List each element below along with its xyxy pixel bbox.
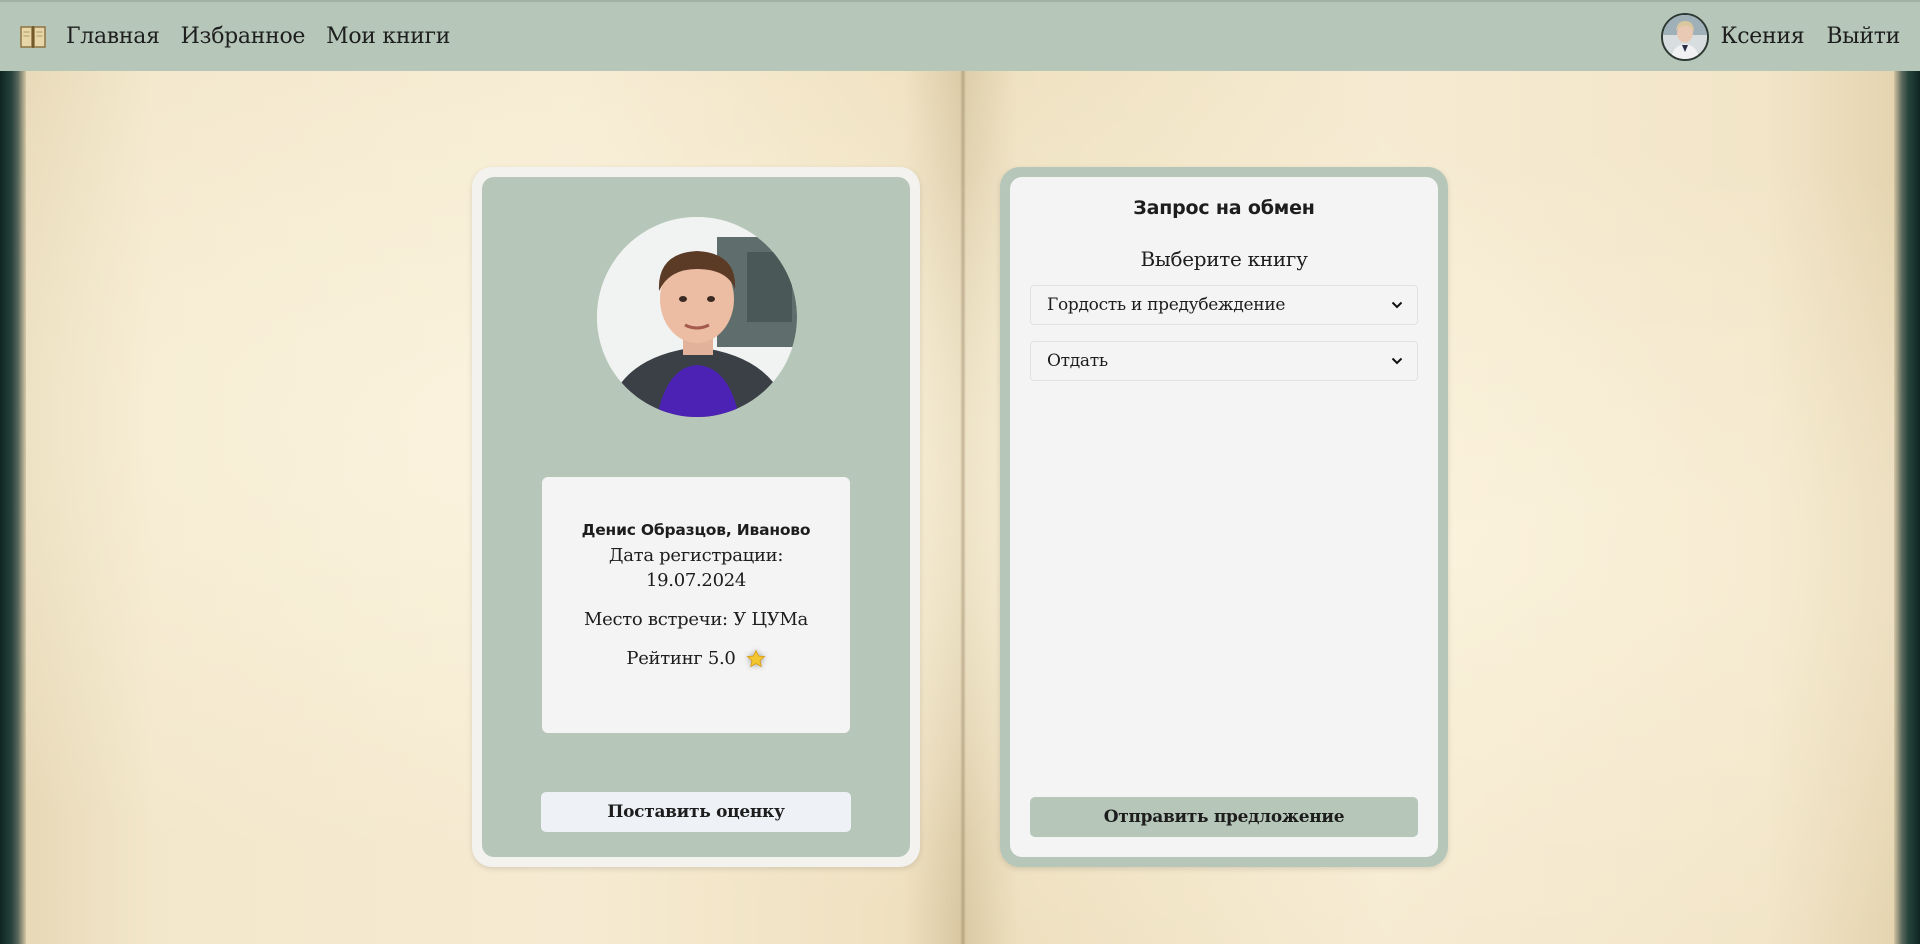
meeting-place: Место встречи: У ЦУМа	[583, 609, 808, 630]
star-icon	[746, 649, 766, 667]
rate-user-button[interactable]: Поставить оценку	[541, 792, 851, 832]
chevron-down-icon	[1391, 301, 1403, 309]
nav-username[interactable]: Ксения	[1721, 24, 1805, 49]
profile-name-city: Денис Образцов, Иваново	[581, 521, 811, 539]
book-cover-edge-left	[0, 71, 26, 944]
top-navbar: Главная Избранное Мои книги Ксения Выйти	[0, 0, 1920, 71]
profile-card-frame: Денис Образцов, Иваново Дата регистрации…	[472, 167, 920, 867]
registration-date: 19.07.2024	[645, 570, 747, 591]
book-spine	[960, 71, 966, 944]
nav-user-area: Ксения Выйти	[1660, 12, 1900, 61]
registration-label: Дата регистрации:	[608, 545, 784, 566]
rating-row: Рейтинг 5.0	[542, 646, 850, 671]
open-book-icon[interactable]	[20, 24, 46, 50]
exchange-title: Запрос на обмен	[1133, 197, 1315, 219]
chevron-down-icon	[1391, 357, 1403, 365]
nav-link-favorites[interactable]: Избранное	[181, 24, 306, 49]
book-select[interactable]: Гордость и предубеждение	[1030, 285, 1418, 325]
book-select-value: Гордость и предубеждение	[1047, 295, 1286, 315]
book-cover-edge-right	[1894, 71, 1920, 944]
exchange-type-value: Отдать	[1047, 351, 1108, 371]
rating-text: Рейтинг 5.0	[626, 648, 736, 669]
nav-link-my-books[interactable]: Мои книги	[326, 24, 450, 49]
exchange-card-frame: Запрос на обмен Выберите книгу Гордость …	[1000, 167, 1448, 867]
profile-card: Денис Образцов, Иваново Дата регистрации…	[482, 177, 910, 857]
profile-info-box: Денис Образцов, Иваново Дата регистрации…	[542, 477, 850, 733]
exchange-type-select[interactable]: Отдать	[1030, 341, 1418, 381]
send-offer-button[interactable]: Отправить предложение	[1030, 797, 1418, 837]
choose-book-label: Выберите книгу	[1140, 247, 1308, 271]
exchange-request-card: Запрос на обмен Выберите книгу Гордость …	[1010, 177, 1438, 857]
user-avatar[interactable]	[1660, 12, 1709, 61]
logout-link[interactable]: Выйти	[1826, 24, 1900, 49]
nav-link-home[interactable]: Главная	[66, 24, 160, 49]
profile-photo	[597, 217, 797, 417]
